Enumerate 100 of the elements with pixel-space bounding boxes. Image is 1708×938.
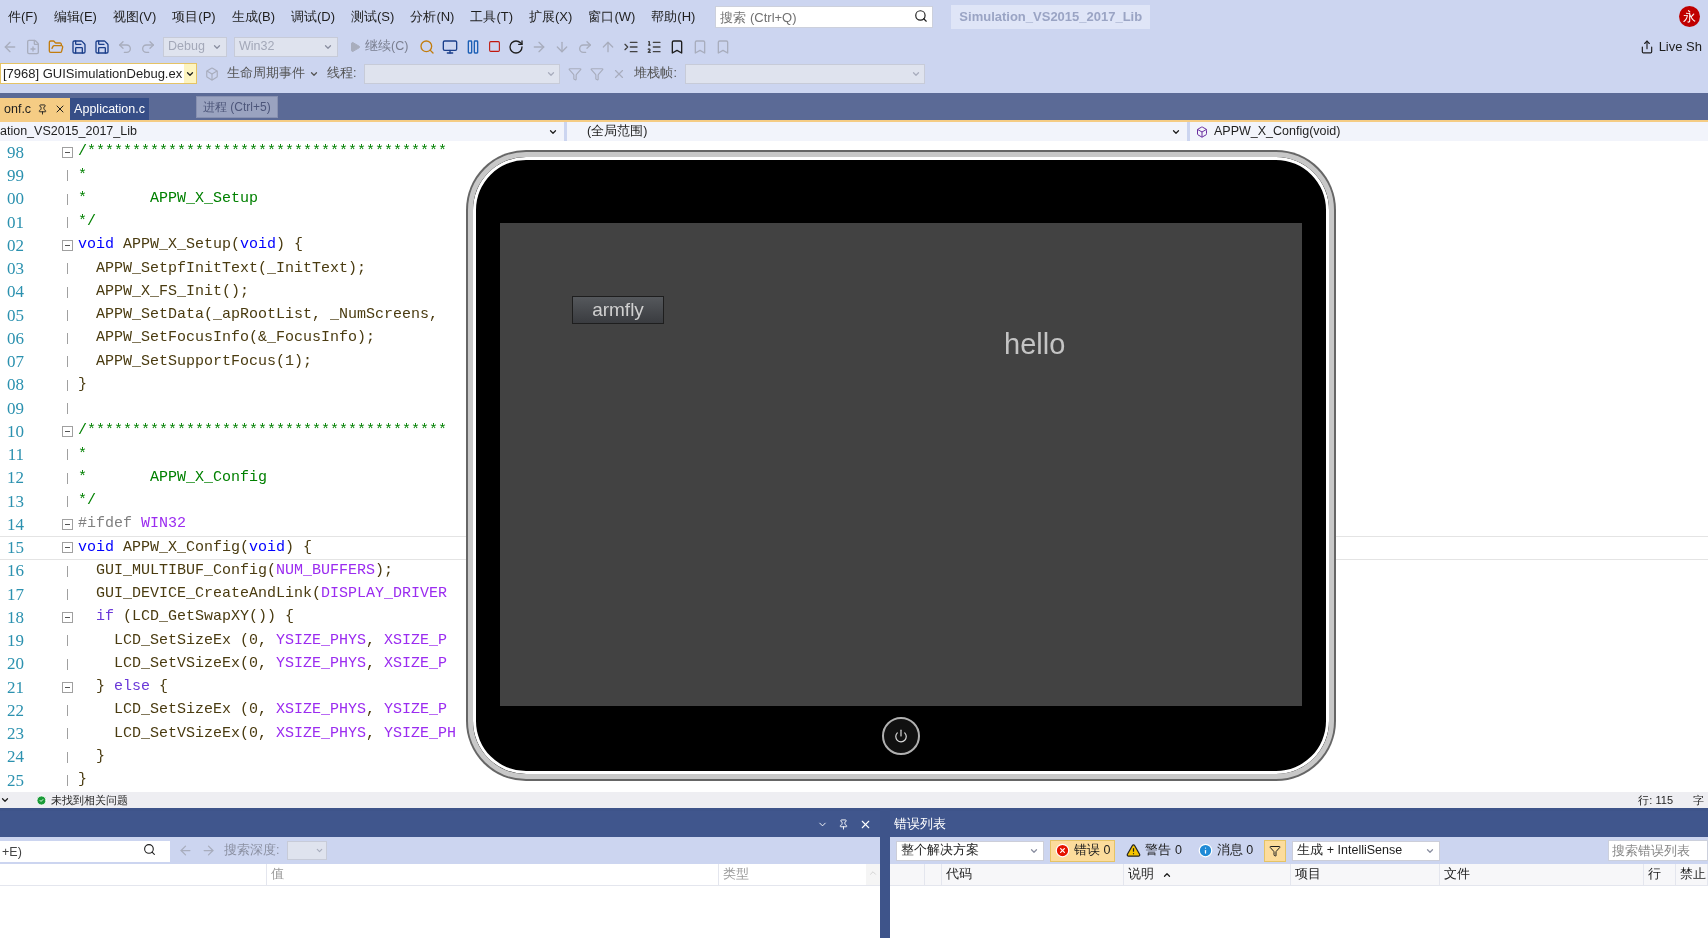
pin-icon[interactable] — [37, 103, 49, 115]
line-number: 05 — [6, 304, 24, 327]
find-icon[interactable] — [419, 38, 436, 55]
process-dropdown[interactable]: [7968] GUISimulationDebug.ex — [0, 63, 197, 84]
line-number: 02 — [6, 234, 24, 257]
power-icon — [894, 729, 908, 743]
warning-icon — [1126, 843, 1142, 858]
code-line: /**************************************** — [78, 142, 448, 163]
code-line: LCD_SetVSizeEx(0, YSIZE_PHYS, XSIZE_P — [113, 653, 448, 674]
code-line: * APPW_X_Config — [78, 467, 268, 488]
line-number: 98 — [6, 141, 24, 164]
filter-button[interactable] — [1264, 839, 1287, 862]
code-line: GUI_MULTIBUF_Config(NUM_BUFFERS); — [95, 560, 394, 581]
column-header[interactable]: 项目 — [1291, 864, 1440, 885]
editor-tab[interactable]: onf.c — [0, 98, 71, 120]
menu-item[interactable]: 分析(N) — [402, 6, 463, 27]
method-icon — [1196, 125, 1208, 138]
menu-item[interactable]: 测试(S) — [343, 6, 403, 27]
code-line: /**************************************** — [78, 421, 448, 442]
menu-item[interactable]: 件(F) — [0, 6, 46, 27]
caret-icon[interactable] — [0, 795, 10, 805]
stop-icon[interactable] — [488, 40, 502, 53]
line-number: 15 — [6, 537, 24, 560]
line-number: 06 — [6, 327, 24, 350]
code-line: if (LCD_GetSwapXY()) { — [95, 607, 295, 628]
restart-icon[interactable] — [508, 38, 525, 55]
hello-label: hello — [1004, 327, 1066, 362]
solution-title: Simulation_VS2015_2017_Lib — [951, 4, 1151, 29]
panel-title: 错误列表 — [894, 815, 946, 833]
line-number: 24 — [6, 746, 24, 769]
collapse-icon[interactable] — [62, 612, 73, 624]
search-icon — [143, 842, 156, 856]
lifecycle-events-dropdown[interactable]: 生命周期事件 — [227, 64, 319, 83]
column-header[interactable]: 代码 — [942, 864, 1124, 885]
member-dropdown[interactable]: APPW_X_Config(void) — [1190, 122, 1708, 141]
power-button[interactable] — [882, 717, 920, 755]
code-line: void APPW_X_Config(void) { — [78, 537, 313, 558]
line-number: 07 — [6, 351, 24, 374]
error-icon — [1055, 843, 1070, 858]
menu-item[interactable]: 项目(P) — [164, 6, 224, 27]
column-header: 值 — [267, 864, 719, 885]
filter-icon — [1269, 844, 1282, 857]
column-header[interactable]: 行 — [1644, 864, 1676, 885]
line-number: 99 — [6, 165, 24, 188]
line-number: 22 — [6, 699, 24, 722]
search-field[interactable]: 搜索 (Ctrl+Q) — [715, 6, 934, 28]
issues-status: 未找到相关问题 — [51, 792, 128, 808]
search-field[interactable]: 搜索错误列表 — [1608, 840, 1708, 861]
line-number: 19 — [6, 630, 24, 653]
code-line: LCD_SetSizeEx (0, XSIZE_PHYS, YSIZE_P — [113, 700, 448, 721]
menu-item[interactable]: 生成(B) — [223, 6, 283, 27]
menu-item[interactable]: 工具(T) — [462, 6, 522, 27]
line-number: 11 — [6, 444, 24, 467]
code-line: */ — [78, 212, 96, 233]
stack-frame-label: 堆栈帧: — [634, 65, 677, 83]
search-depth-label: 搜索深度: — [224, 842, 280, 860]
message-icon — [1197, 843, 1213, 858]
save-icon[interactable] — [71, 38, 87, 55]
menu-item[interactable]: 编辑(E) — [45, 6, 105, 27]
column-header[interactable]: 文件 — [1440, 864, 1644, 885]
code-line: APPW_X_FS_Init(); — [95, 281, 250, 302]
live-share-button[interactable]: Live Sh — [1639, 36, 1702, 57]
search-field[interactable]: +E) — [0, 841, 170, 862]
collapse-icon[interactable] — [62, 519, 73, 531]
open-folder-icon[interactable] — [48, 38, 64, 55]
app-button[interactable]: armfly — [572, 296, 664, 324]
screen-icon[interactable] — [442, 38, 459, 55]
line-number: 00 — [6, 188, 24, 211]
column-header[interactable]: 禁止 — [1676, 864, 1708, 885]
code-line: LCD_SetVSizeEx(0, XSIZE_PHYS, YSIZE_PH — [113, 723, 457, 744]
build-filter-dropdown[interactable]: 生成 + IntelliSense — [1292, 840, 1441, 861]
line-number: 16 — [6, 560, 24, 583]
menu-item[interactable]: 帮助(H) — [643, 6, 704, 27]
line-number: 18 — [6, 606, 24, 629]
line-number: 01 — [6, 211, 24, 234]
line-number: 23 — [6, 723, 24, 746]
line-number: 20 — [6, 653, 24, 676]
collapse-icon[interactable] — [62, 240, 73, 252]
pin-icon[interactable] — [838, 818, 849, 830]
code-line: * — [78, 165, 87, 186]
line-status: 行: 115 — [1638, 792, 1673, 808]
save-all-icon[interactable] — [94, 38, 110, 55]
filter-toggle[interactable]: 警告 0 — [1121, 839, 1187, 862]
menu-item[interactable]: 扩展(X) — [521, 6, 581, 27]
code-line: */ — [78, 491, 96, 512]
menu-item[interactable]: 窗口(W) — [580, 6, 644, 27]
list-icon[interactable] — [646, 38, 663, 55]
menu-item[interactable]: 调试(D) — [283, 6, 344, 27]
filter-toggle[interactable]: 消息 0 — [1192, 839, 1259, 862]
user-avatar[interactable]: 永 — [1679, 6, 1700, 27]
collapse-icon[interactable] — [62, 542, 73, 554]
collapse-icon[interactable] — [62, 426, 73, 438]
filter-toggle[interactable]: 错误 0 — [1050, 839, 1116, 862]
menu-item[interactable]: 视图(V) — [104, 6, 165, 27]
collapse-icon[interactable] — [62, 681, 73, 693]
editor-tab[interactable]: Application.c — [70, 98, 149, 120]
scope-dropdown[interactable]: 整个解决方案 — [896, 840, 1044, 861]
collapse-icon[interactable] — [62, 147, 73, 159]
column-header[interactable]: 说明 — [1124, 864, 1291, 885]
code-line: void APPW_X_Setup(void) { — [78, 235, 304, 256]
